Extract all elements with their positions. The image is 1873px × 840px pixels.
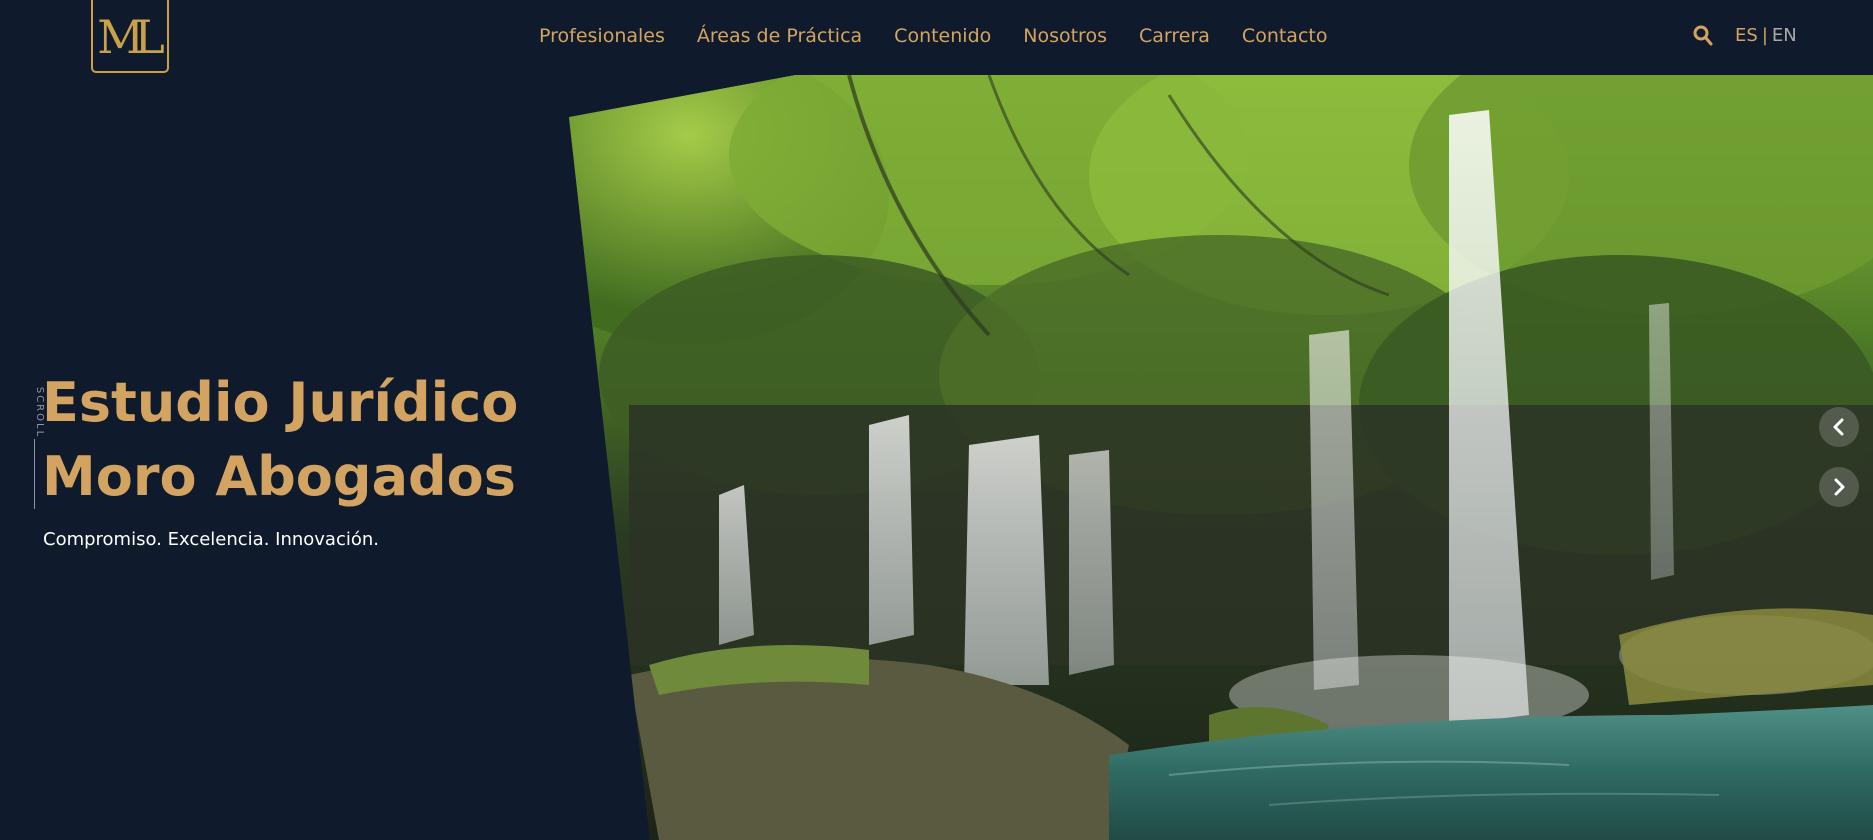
hero-subtitle: Compromiso. Excelencia. Innovación. [43, 529, 380, 550]
page: ML Profesionales Áreas de Práctica Conte… [0, 0, 1873, 840]
lang-en[interactable]: EN [1772, 25, 1797, 46]
logo[interactable]: ML [91, 0, 169, 73]
language-switcher: ES | EN [1735, 22, 1797, 50]
nav-item-profesionales[interactable]: Profesionales [539, 22, 665, 50]
hero-image [569, 75, 1873, 840]
nav-item-contacto[interactable]: Contacto [1242, 22, 1328, 50]
search-icon[interactable] [1693, 25, 1713, 47]
hero-title: Estudio Jurídico Moro Abogados [42, 366, 518, 514]
scroll-line [34, 439, 35, 509]
nav-item-contenido[interactable]: Contenido [894, 22, 991, 50]
carousel-prev-button[interactable] [1819, 407, 1859, 447]
waterfall-photo [569, 75, 1873, 840]
nav-item-carrera[interactable]: Carrera [1139, 22, 1210, 50]
chevron-left-icon [1833, 418, 1844, 436]
logo-monogram: ML [97, 9, 165, 64]
chevron-right-icon [1834, 478, 1845, 496]
hero-title-line-2: Moro Abogados [42, 445, 516, 508]
carousel-next-button[interactable] [1819, 467, 1859, 507]
nav-item-nosotros[interactable]: Nosotros [1023, 22, 1107, 50]
lang-separator: | [1761, 25, 1768, 46]
scroll-indicator[interactable]: SCROLL [26, 385, 45, 510]
lang-es[interactable]: ES [1735, 25, 1758, 46]
nav-item-areas-de-practica[interactable]: Áreas de Práctica [697, 22, 862, 50]
hero-title-line-1: Estudio Jurídico [42, 371, 519, 434]
main-nav: Profesionales Áreas de Práctica Contenid… [539, 22, 1327, 50]
